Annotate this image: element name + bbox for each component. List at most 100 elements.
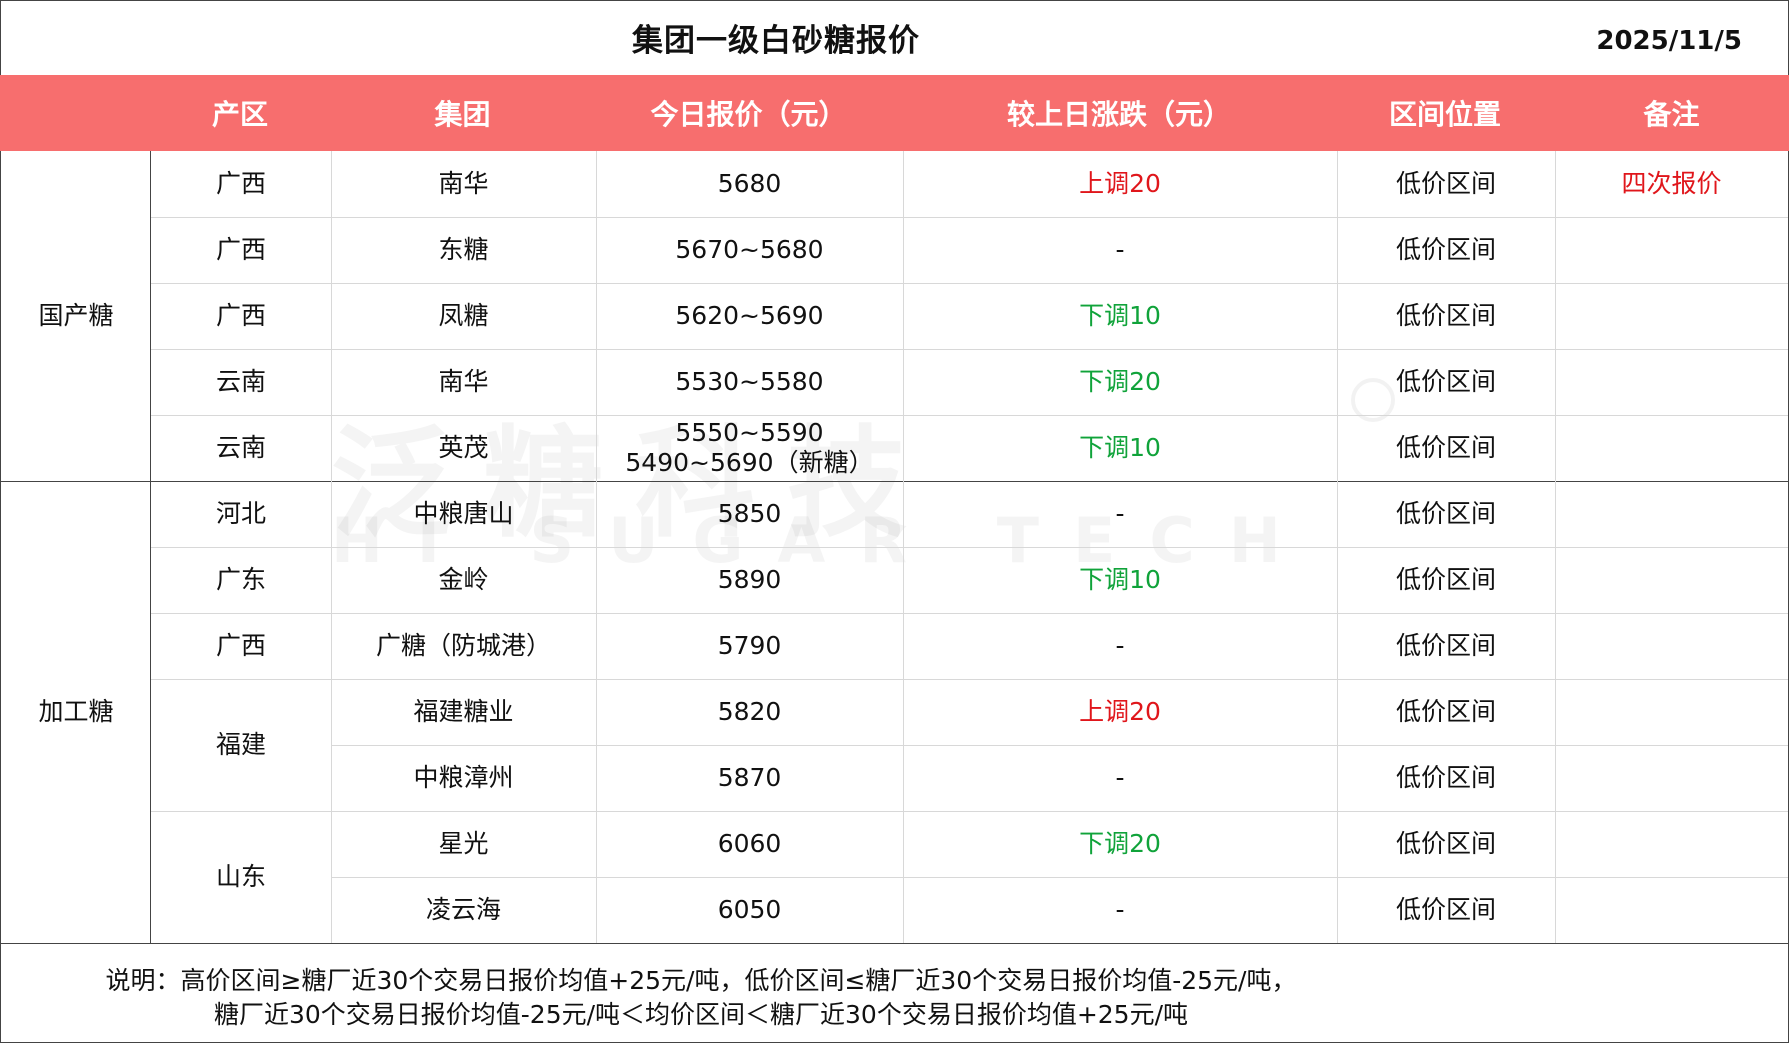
cell-position: 低价区间 (1395, 631, 1496, 660)
cell-change: 下调20 (1079, 367, 1161, 396)
header-remark: 备注 (1643, 98, 1700, 131)
cell-region: 河北 (215, 499, 266, 528)
cell-change: - (1115, 763, 1125, 792)
cell-remark (1555, 481, 1788, 547)
cell-position: 低价区间 (1395, 565, 1496, 594)
row-divider (151, 811, 1788, 812)
cell-price: 5850 (717, 499, 782, 528)
section-column-divider (150, 151, 151, 943)
header-price: 今日报价（元） (650, 98, 847, 131)
header-region: 产区 (211, 98, 268, 131)
row-divider (151, 415, 1788, 416)
row-divider (331, 877, 1788, 878)
cell-remark (1555, 811, 1788, 877)
column-divider (1555, 151, 1556, 943)
cell-price: 5670~5680 (675, 235, 824, 264)
cell-group: 凤糖 (438, 301, 489, 330)
header-change: 较上日涨跌（元） (1006, 98, 1231, 131)
header-position: 区间位置 (1388, 98, 1501, 131)
cell-change: - (1115, 235, 1125, 264)
cell-region: 广东 (215, 565, 266, 594)
cell-remark (1555, 745, 1788, 811)
cell-group: 中粮漳州 (413, 763, 514, 792)
cell-change: - (1115, 499, 1125, 528)
cell-price: 5680 (717, 169, 782, 198)
section-divider (1, 481, 1788, 482)
cell-position: 低价区间 (1395, 499, 1496, 528)
cell-region: 山东 (215, 862, 266, 891)
cell-group: 南华 (438, 169, 489, 198)
column-divider (1337, 151, 1338, 943)
cell-position: 低价区间 (1395, 895, 1496, 924)
cell-group: 金岭 (438, 565, 489, 594)
cell-change: 上调20 (1079, 697, 1161, 726)
sheet-title: 集团一级白砂糖报价 (632, 23, 920, 59)
cell-group: 凌云海 (425, 895, 501, 924)
row-divider (151, 547, 1788, 548)
note-line-2: 糖厂近30个交易日报价均值-25元/吨＜均价区间＜糖厂近30个交易日报价均值+2… (213, 1000, 1189, 1029)
cell-price: 5820 (717, 697, 782, 726)
row-divider (151, 349, 1788, 350)
header-group: 集团 (434, 98, 491, 131)
cell-price: 5530~5580 (675, 367, 824, 396)
cell-price: 5790 (717, 631, 782, 660)
cell-group: 英茂 (438, 433, 489, 462)
cell-change: 下调10 (1079, 565, 1161, 594)
cell-price: 5620~5690 (675, 301, 824, 330)
column-divider (596, 151, 597, 943)
cell-change: 下调10 (1079, 433, 1161, 462)
cell-price: 5870 (717, 763, 782, 792)
cell-remark (1555, 613, 1788, 679)
note-line-1: 说明：高价区间≥糖厂近30个交易日报价均值+25元/吨，低价区间≤糖厂近30个交… (105, 966, 1297, 995)
row-divider (331, 745, 1788, 746)
cell-price: 6050 (717, 895, 782, 924)
cell-remark (1555, 547, 1788, 613)
cell-region: 云南 (215, 367, 266, 396)
cell-region: 福建 (215, 730, 266, 759)
cell-change: 下调10 (1079, 301, 1161, 330)
table-header: 产区 集团 今日报价（元） 较上日涨跌（元） 区间位置 备注 (0, 75, 1789, 151)
row-divider (151, 613, 1788, 614)
cell-position: 低价区间 (1395, 235, 1496, 264)
cell-change: - (1115, 631, 1125, 660)
price-line-new: 5490~5690（新糖） (625, 448, 874, 477)
cell-group: 中粮唐山 (413, 499, 514, 528)
table-body: 泛糖科技 HI SUGAR TECH 国产糖 加工糖 广西南华5680上调20低… (0, 151, 1789, 944)
cell-group: 东糖 (438, 235, 489, 264)
cell-change: - (1115, 895, 1125, 924)
cell-position: 低价区间 (1395, 433, 1496, 462)
section-label-domestic: 国产糖 (38, 301, 114, 330)
cell-region: 广西 (215, 301, 266, 330)
cell-position: 低价区间 (1395, 829, 1496, 858)
cell-group: 星光 (438, 829, 489, 858)
sheet-date: 2025/11/5 (1596, 26, 1742, 56)
note-box: 说明：高价区间≥糖厂近30个交易日报价均值+25元/吨，低价区间≤糖厂近30个交… (0, 943, 1789, 1043)
cell-group: 南华 (438, 367, 489, 396)
price-line: 5550~5590 (675, 418, 824, 447)
cell-remark (1555, 679, 1788, 745)
cell-position: 低价区间 (1395, 697, 1496, 726)
column-divider (903, 151, 904, 943)
cell-remark (1555, 349, 1788, 415)
cell-remark (1555, 217, 1788, 283)
cell-group: 福建糖业 (413, 697, 514, 726)
row-divider (151, 283, 1788, 284)
cell-region: 广西 (215, 631, 266, 660)
cell-price: 5890 (717, 565, 782, 594)
cell-group: 广糖（防城港） (375, 631, 551, 660)
cell-region: 广西 (215, 235, 266, 264)
cell-position: 低价区间 (1395, 367, 1496, 396)
cell-remark: 四次报价 (1621, 169, 1722, 198)
cell-remark (1555, 415, 1788, 481)
column-divider (331, 151, 332, 943)
cell-price: 5550~5590 5490~5690（新糖） (596, 415, 903, 481)
section-label-processed: 加工糖 (38, 697, 114, 726)
title-bar: 集团一级白砂糖报价 2025/11/5 (0, 0, 1789, 76)
cell-remark (1555, 283, 1788, 349)
cell-change: 下调20 (1079, 829, 1161, 858)
cell-region: 广西 (215, 169, 266, 198)
cell-position: 低价区间 (1395, 301, 1496, 330)
cell-region: 云南 (215, 433, 266, 462)
row-divider (151, 679, 1788, 680)
price-sheet: 集团一级白砂糖报价 2025/11/5 产区 集团 今日报价（元） 较上日涨跌（… (0, 0, 1789, 1044)
